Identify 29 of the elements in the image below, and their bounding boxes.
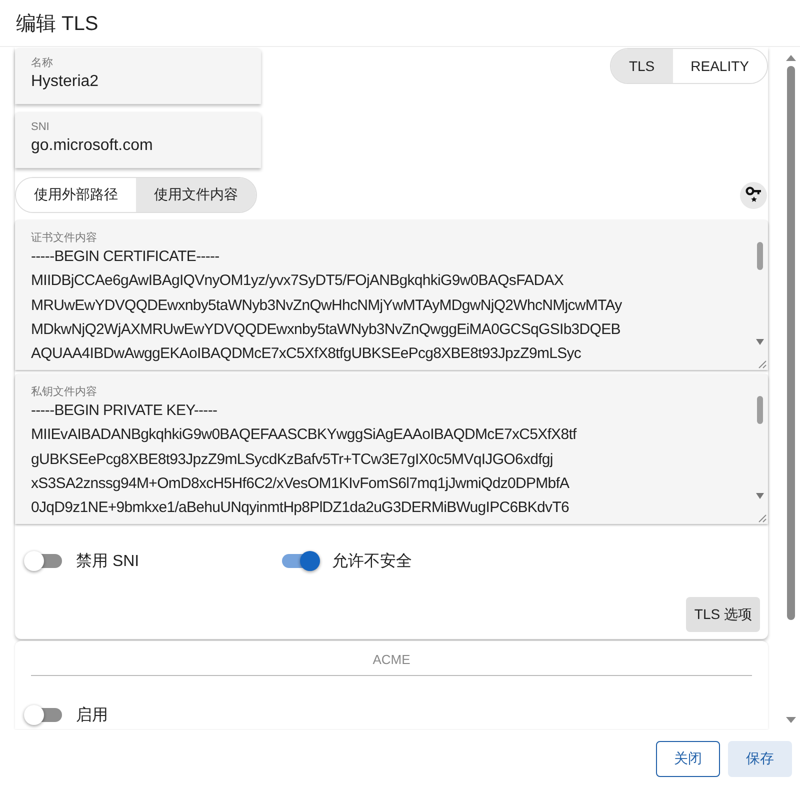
toggle-switch[interactable]	[24, 550, 64, 572]
switch-label: 禁用 SNI	[76, 552, 140, 572]
tls-options-button[interactable]: TLS 选项	[686, 597, 760, 632]
switch-label: 允许不安全	[332, 552, 412, 572]
dialog-title: 编辑 TLS	[16, 12, 98, 36]
text-area[interactable]	[15, 374, 768, 524]
field-value: go.microsoft.com	[31, 136, 154, 156]
text-area[interactable]	[15, 220, 768, 370]
field-value: Hysteria2	[31, 72, 100, 92]
toggle-switch[interactable]	[280, 550, 320, 572]
text-field[interactable]: 名称 Hysteria2	[15, 48, 261, 104]
field-label: 证书文件内容	[31, 231, 98, 245]
key-star-icon	[744, 186, 762, 204]
security-tab[interactable]: TLS	[610, 49, 673, 83]
resize-handle-icon[interactable]	[756, 512, 767, 523]
field-label: SNI	[31, 120, 50, 134]
field-label: 名称	[31, 56, 54, 70]
field-label: 私钥文件内容	[31, 385, 98, 399]
dialog-button[interactable]: 关闭	[656, 741, 720, 777]
source-tab[interactable]: 使用文件内容	[136, 178, 256, 212]
switch-label: 启用	[76, 706, 108, 726]
text-field[interactable]: SNI go.microsoft.com	[15, 112, 261, 168]
key-button[interactable]	[740, 182, 767, 208]
toggle-switch[interactable]	[24, 704, 64, 726]
section-heading: ACME	[372, 651, 410, 669]
dialog-button[interactable]: 保存	[728, 741, 792, 777]
field-value: -----BEGIN PRIVATE KEY----- MIIEvAIBADANBgkqhkiG9w0BAQEFAASCBKYwggSiAgEAAoIBAQDMcE7xC5XfX8tf gUBKSEePcg8XBE8t93JpzZ9mLSycdKzBafv5Tr+TCw3E7gIX0c5MVqIJGO6xdfgj xS3SA2znssg94M+OmD8xcH5Hf6C2/xVesOM1KIvFomS6l7mq1jJwmiQdz0DPMbfA 0JqD9z1NE+9bmkxe1/aBehuUNqyinmtHp8PlDZ1da2uG3DERMiBWugIPC6BKdvT6	[31, 401, 578, 518]
field-value: -----BEGIN CERTIFICATE----- MIIDBjCCAe6gAwIBAgIQVnyOM1yz/yvx7SyDT5/FOjANBgkqhkiG9w0BAQsFADAX MRUwEwYDVQQDEwxnby5taWNyb3NvZnQwHhcNMjYwMTAyMDgwNjQ2WhcNMjcwMTAy MDkwNjQ2WjAXMRUwEwYDVQQDEwxnby5taWNyb3NvZnQwggEiMA0GCSqGSIb3DQEB AQUAA4IBDwAwggEKAoIBAQDMcE7xC5XfX8tfgUBKSEePcg8XBE8t93JpzZ9mLSyc	[31, 247, 623, 364]
resize-handle-icon[interactable]	[756, 358, 767, 369]
